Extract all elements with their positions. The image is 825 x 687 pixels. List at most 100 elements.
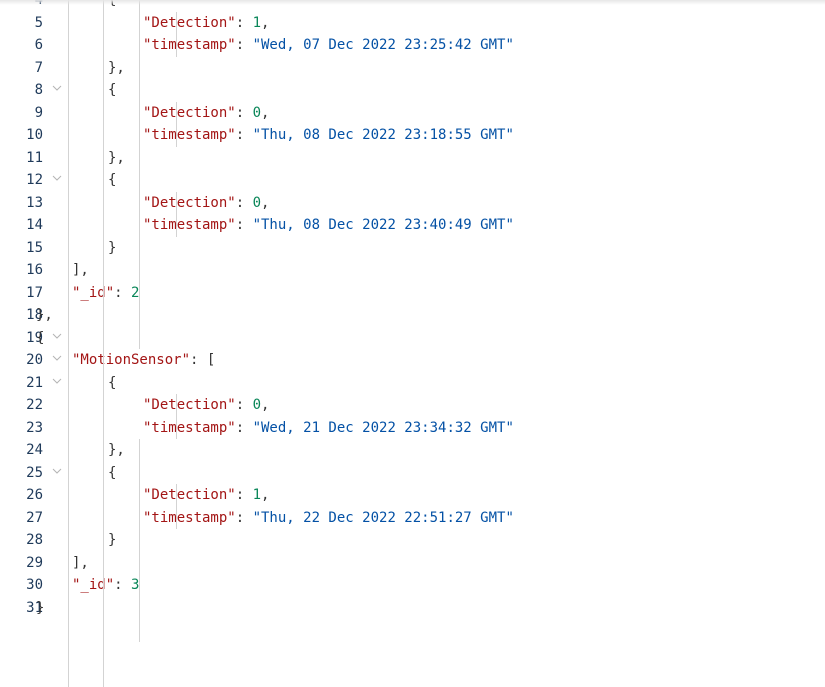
code-text: "timestamp": "Thu, 08 Dec 2022 23:18:55 … (143, 124, 514, 147)
chevron-down-icon[interactable] (52, 331, 62, 341)
code-line[interactable]: 26 "Detection": 1, (0, 484, 825, 507)
code-line[interactable]: 21 { (0, 372, 825, 395)
code-line[interactable]: 18}, (0, 304, 825, 327)
json-punctuation: : (235, 419, 253, 436)
code-text: } (108, 529, 116, 552)
line-number: 16 (26, 262, 43, 278)
line-number: 25 (26, 464, 43, 481)
json-punctuation: } (108, 239, 117, 256)
chevron-down-icon[interactable] (52, 173, 62, 183)
line-number: 26 (26, 487, 43, 503)
code-text: "MotionSensor": [ (72, 349, 215, 372)
code-text: "Detection": 0, (143, 394, 269, 417)
json-string: "Wed, 07 Dec 2022 23:25:42 GMT" (252, 37, 514, 53)
code-line[interactable]: 28} (0, 529, 825, 552)
json-punctuation: : (235, 14, 253, 31)
code-line[interactable]: 30 "_id": 3 (0, 574, 825, 597)
line-number: 9 (34, 104, 43, 121)
line-number: 14 (26, 217, 43, 233)
json-number: 1 (252, 487, 262, 503)
indent-guide (176, 394, 177, 439)
line-number: 20 (26, 352, 43, 368)
indent-guide (176, 191, 177, 237)
json-punctuation: : (235, 217, 253, 233)
code-text: "timestamp": "Wed, 07 Dec 2022 23:25:42 … (143, 34, 514, 57)
line-number: 22 (26, 397, 43, 413)
json-punctuation: { (108, 172, 117, 188)
indent-guide (176, 11, 177, 57)
line-number: 12 (26, 172, 43, 188)
code-text: { (36, 327, 44, 350)
json-punctuation: { (36, 329, 45, 346)
json-number: 0 (252, 194, 262, 211)
code-line[interactable]: 25 { (0, 462, 825, 485)
code-line[interactable]: 9 "Detection": 0, (0, 102, 825, 125)
code-line[interactable]: 23 "timestamp": "Wed, 21 Dec 2022 23:34:3… (0, 417, 825, 440)
code-line[interactable]: 29], (0, 552, 825, 575)
line-number: 5 (34, 14, 43, 31)
scroll-shadow (0, 0, 825, 5)
json-punctuation: }, (36, 307, 53, 323)
chevron-down-icon[interactable] (52, 376, 62, 386)
code-line[interactable]: 8{ (0, 79, 825, 102)
code-line[interactable]: 15} (0, 237, 825, 260)
line-number: 15 (26, 239, 43, 256)
indent-guide (139, 439, 140, 642)
json-punctuation: { (108, 374, 117, 391)
json-key: "timestamp" (143, 419, 236, 436)
code-text: "Detection": 1, (143, 484, 269, 507)
json-string: "Wed, 21 Dec 2022 23:34:32 GMT" (252, 419, 514, 436)
code-line[interactable]: 17 "_id": 2 (0, 282, 825, 305)
code-text: { (108, 462, 116, 485)
code-line[interactable]: 27 "timestamp": "Thu, 22 Dec 2022 22:51:2… (0, 507, 825, 530)
json-string: "Thu, 08 Dec 2022 23:40:49 GMT" (252, 217, 514, 233)
json-punctuation: } (36, 599, 45, 616)
json-string: "Thu, 22 Dec 2022 22:51:27 GMT" (252, 509, 514, 526)
code-line[interactable]: 10 "timestamp": "Thu, 08 Dec 2022 23:18:5… (0, 124, 825, 147)
indent-guide (103, 0, 104, 687)
code-line[interactable]: 16], (0, 259, 825, 282)
code-line[interactable]: 6 "timestamp": "Wed, 07 Dec 2022 23:25:42… (0, 34, 825, 57)
code-text: ], (72, 552, 89, 575)
code-line[interactable]: 13 "Detection": 0, (0, 192, 825, 215)
json-punctuation: : [ (190, 352, 216, 368)
code-line[interactable]: 5 "Detection": 1, (0, 12, 825, 35)
json-punctuation: : (235, 487, 253, 503)
code-line[interactable]: 11}, (0, 147, 825, 170)
code-text: "timestamp": "Thu, 08 Dec 2022 23:40:49 … (143, 214, 514, 237)
code-line[interactable]: 7}, (0, 57, 825, 80)
code-line[interactable]: 19{ (0, 327, 825, 350)
line-number: 24 (26, 442, 43, 458)
code-text: "_id": 2 (72, 282, 139, 305)
json-number: 1 (252, 14, 262, 31)
line-number: 11 (26, 149, 43, 166)
chevron-down-icon[interactable] (52, 353, 62, 363)
line-number: 13 (26, 194, 43, 211)
json-punctuation: { (108, 82, 117, 98)
code-line[interactable]: 20 "MotionSensor": [ (0, 349, 825, 372)
json-punctuation: ], (72, 554, 89, 571)
json-punctuation: } (108, 532, 117, 548)
json-punctuation: ], (72, 262, 89, 278)
code-text: { (108, 79, 116, 102)
json-punctuation: : (235, 397, 253, 413)
code-line[interactable]: 31} (0, 597, 825, 620)
json-number: 0 (252, 104, 262, 121)
json-key: "timestamp" (143, 217, 236, 233)
json-punctuation: }, (108, 442, 125, 458)
json-punctuation: }, (108, 59, 125, 76)
json-key: "MotionSensor" (72, 352, 191, 368)
chevron-down-icon[interactable] (52, 83, 62, 93)
code-line[interactable]: 12 { (0, 169, 825, 192)
code-line[interactable]: 24}, (0, 439, 825, 462)
code-line[interactable]: 14 "timestamp": "Thu, 08 Dec 2022 23:40:4… (0, 214, 825, 237)
json-punctuation: : (235, 104, 253, 121)
json-key: "Detection" (143, 14, 236, 31)
code-line[interactable]: 22 "Detection": 0, (0, 394, 825, 417)
code-text: }, (36, 304, 53, 327)
json-key: "timestamp" (143, 37, 236, 53)
chevron-down-icon[interactable] (52, 466, 62, 476)
code-text: "_id": 3 (72, 574, 139, 597)
indent-guide (176, 484, 177, 529)
code-text: { (108, 169, 116, 192)
